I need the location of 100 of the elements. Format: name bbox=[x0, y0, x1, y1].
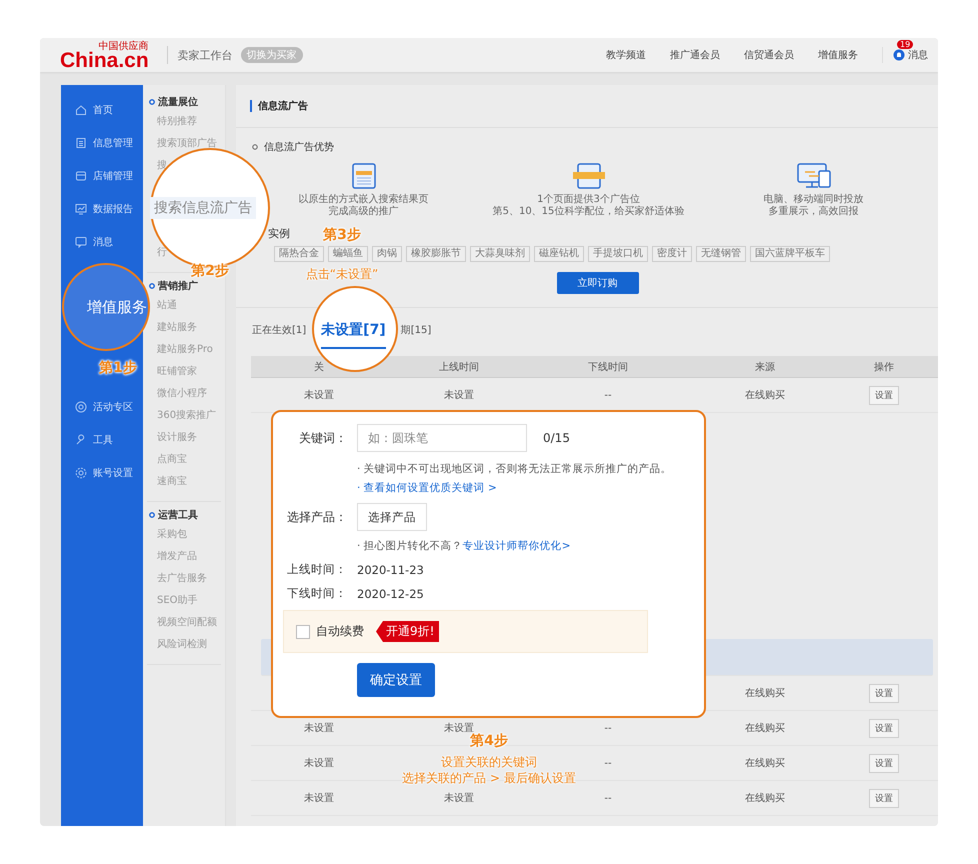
table-cell: 在线购买 bbox=[745, 390, 785, 401]
end-date: 2020-12-25 bbox=[357, 586, 424, 600]
gear-icon bbox=[75, 466, 87, 478]
submenu-item[interactable]: 搜索信息流广告 bbox=[150, 197, 256, 219]
hint-text: · 关键词中不可出现地区词，否则将无法正常展示所推广的产品。 bbox=[357, 463, 672, 475]
keyword-tag[interactable]: 橡胶膨胀节 bbox=[406, 246, 466, 262]
shop-icon bbox=[75, 170, 87, 182]
submenu-item[interactable]: 特别推荐 bbox=[157, 116, 197, 128]
table-cell: 在线购买 bbox=[745, 793, 785, 804]
select-product-button[interactable]: 选择产品 bbox=[357, 503, 427, 531]
keyword-tag[interactable]: 密度计 bbox=[652, 246, 692, 262]
home-icon bbox=[75, 104, 87, 116]
table-cell: -- bbox=[604, 792, 612, 804]
order-button[interactable]: 立即订购 bbox=[556, 272, 638, 294]
sidebar-link[interactable]: 活动专区 bbox=[93, 400, 133, 414]
submenu-item[interactable]: 点商宝 bbox=[157, 454, 187, 466]
sidebar-link[interactable]: 工具 bbox=[93, 432, 113, 446]
submenu-item[interactable]: 搜索顶部广告 bbox=[157, 138, 217, 150]
step-label: 第2步 bbox=[191, 262, 229, 280]
keyword-tag[interactable]: 磁座钻机 bbox=[534, 246, 584, 262]
hint-text: · 担心图片转化不高？ bbox=[357, 540, 463, 552]
submenu-item[interactable]: 视频空间配额 bbox=[157, 617, 217, 629]
discount-tag: 开通9折! bbox=[376, 621, 440, 642]
field-label: 下线时间： bbox=[286, 586, 347, 601]
table-cell: 在线购买 bbox=[745, 688, 785, 699]
step-label: 第4步 bbox=[470, 732, 508, 750]
submenu-item[interactable]: 搜 bbox=[157, 160, 167, 172]
help-link[interactable]: · 查看如何设置优质关键词 > bbox=[357, 482, 497, 494]
submenu-item[interactable]: 设计服务 bbox=[157, 432, 197, 444]
submenu-item[interactable]: 去广告服务 bbox=[157, 573, 207, 585]
submenu-heading: 营销推广 bbox=[158, 279, 198, 293]
set-button[interactable]: 设置 bbox=[869, 718, 899, 738]
logo-tagline: 中国供应商 bbox=[98, 42, 149, 52]
workbench-title: 卖家工作台 bbox=[178, 48, 233, 62]
submenu-item[interactable]: 行 bbox=[157, 247, 167, 259]
start-date: 2020-11-23 bbox=[357, 562, 424, 576]
submenu-item[interactable]: 增发产品 bbox=[157, 551, 197, 563]
chat-icon bbox=[75, 236, 87, 248]
column-header: 操作 bbox=[873, 360, 895, 374]
nav-link[interactable]: 信贸通会员 bbox=[744, 48, 794, 62]
set-button[interactable]: 设置 bbox=[869, 684, 899, 702]
step-instruction: 点击“未设置” bbox=[306, 266, 378, 282]
confirm-button[interactable]: 确定设置 bbox=[357, 663, 435, 697]
sidebar-link[interactable]: 首页 bbox=[93, 102, 113, 116]
logo[interactable]: China.cn bbox=[60, 50, 149, 70]
submenu-item[interactable]: 采购包 bbox=[157, 529, 187, 541]
table-cell: -- bbox=[604, 758, 612, 768]
bell-icon[interactable] bbox=[893, 49, 905, 61]
submenu-item[interactable]: 站通 bbox=[157, 300, 177, 312]
section-title: 信息流广告优势 bbox=[264, 140, 334, 154]
table-cell: 未设置 bbox=[444, 390, 474, 401]
submenu-item[interactable]: 旺铺管家 bbox=[157, 366, 197, 378]
keyword-tag[interactable]: 手提坡口机 bbox=[588, 246, 648, 262]
step-instruction: 选择关联的产品 > 最后确认设置 bbox=[402, 770, 576, 786]
submenu-item[interactable]: 速商宝 bbox=[157, 476, 187, 488]
character-counter: 0/15 bbox=[543, 431, 570, 445]
keyword-tag[interactable]: 无缝钢管 bbox=[696, 246, 746, 262]
submenu-item[interactable]: 建站服务 bbox=[157, 322, 197, 334]
banner-icon bbox=[572, 163, 606, 189]
submenu-heading: 流量展位 bbox=[158, 95, 198, 109]
sidebar-link[interactable]: 增值服务 bbox=[87, 298, 147, 317]
nav-link[interactable]: 推广通会员 bbox=[670, 48, 720, 62]
table-cell: -- bbox=[604, 390, 612, 400]
feature-text: 电脑、移动端同时投放 多重展示，高效回报 bbox=[764, 194, 864, 218]
nav-link[interactable]: 教学频道 bbox=[606, 48, 646, 62]
sidebar-link[interactable]: 消息 bbox=[93, 234, 113, 248]
keyword-tag[interactable]: 蝙蝠鱼 bbox=[328, 246, 368, 262]
keyword-tag[interactable]: 肉锅 bbox=[372, 246, 402, 262]
doc-icon bbox=[75, 136, 87, 148]
table-cell: 未设置 bbox=[304, 723, 334, 734]
examples-title: 实例 bbox=[268, 226, 290, 241]
nav-link[interactable]: 增值服务 bbox=[818, 48, 858, 62]
circle-bullet-icon bbox=[149, 99, 155, 105]
keyword-tag[interactable]: 大蒜臭味剂 bbox=[470, 246, 530, 262]
messages-link[interactable]: 消息 bbox=[908, 48, 928, 62]
set-button[interactable]: 设置 bbox=[869, 788, 899, 808]
sidebar-link[interactable]: 账号设置 bbox=[93, 466, 133, 480]
tab[interactable]: 正在生效[1] bbox=[252, 323, 306, 337]
tab[interactable]: 期[15] bbox=[400, 323, 432, 337]
keyword-input[interactable]: 如：圆珠笔 bbox=[357, 424, 527, 452]
checkbox[interactable] bbox=[296, 624, 310, 638]
sidebar-link[interactable]: 数据报告 bbox=[93, 202, 133, 216]
table-cell: 未设置 bbox=[444, 723, 474, 734]
submenu-item[interactable]: SEO助手 bbox=[157, 595, 198, 607]
set-button[interactable]: 设置 bbox=[869, 386, 899, 404]
message-count-badge: 19 bbox=[897, 40, 914, 49]
sidebar-link[interactable]: 店铺管理 bbox=[93, 168, 133, 182]
design-service-link[interactable]: 专业设计师帮你优化> bbox=[462, 540, 570, 552]
page-title: 信息流广告 bbox=[258, 99, 308, 113]
keyword-tag[interactable]: 国六蓝牌平板车 bbox=[750, 246, 830, 262]
submenu-item[interactable]: 微信小程序 bbox=[157, 388, 207, 400]
target-icon bbox=[75, 400, 87, 412]
feature-text: 1个页面提供3个广告位 第5、10、15位科学配位，给买家舒适体验 bbox=[492, 194, 684, 218]
table-cell: -- bbox=[604, 722, 612, 734]
submenu-item[interactable]: 风险词检测 bbox=[157, 639, 207, 651]
set-button[interactable]: 设置 bbox=[869, 754, 899, 772]
submenu-item[interactable]: 建站服务Pro bbox=[157, 344, 213, 356]
keyword-tag[interactable]: 隔热合金 bbox=[274, 246, 324, 262]
sidebar-link[interactable]: 信息管理 bbox=[93, 136, 133, 150]
submenu-item[interactable]: 360搜索推广 bbox=[157, 410, 216, 422]
